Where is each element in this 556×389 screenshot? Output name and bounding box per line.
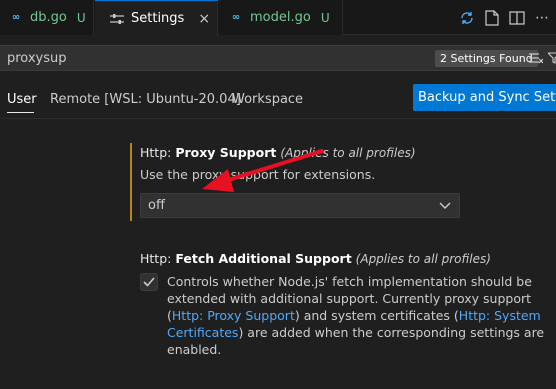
active-scope-indicator <box>7 112 34 113</box>
split-editor-icon[interactable] <box>506 7 528 29</box>
filter-icon[interactable] <box>546 49 556 67</box>
more-actions-icon[interactable]: ⋯ <box>531 7 553 29</box>
scope-tab-remote[interactable]: Remote [WSL: Ubuntu-20.04] <box>50 92 241 107</box>
chevron-down-icon <box>439 194 451 225</box>
proxy-support-title: Http: Proxy Support (Applies to all profi… <box>140 145 416 160</box>
clear-filter-icon[interactable] <box>528 49 544 67</box>
proxy-support-selected-value: off <box>148 198 165 213</box>
fetch-support-description: Controls whether Node.js' fetch implemen… <box>167 273 552 358</box>
untracked-badge: U <box>76 10 86 25</box>
untracked-badge: U <box>320 10 330 25</box>
proxy-support-dropdown[interactable]: off <box>140 193 460 218</box>
backup-and-sync-button[interactable]: Backup and Sync Settings <box>413 84 556 111</box>
settings-search-bar: 2 Settings Found <box>0 45 556 71</box>
search-tools <box>528 49 556 67</box>
proxy-support-name: Proxy Support <box>175 145 277 160</box>
scope-tab-user[interactable]: User <box>7 92 37 107</box>
settings-found-count: 2 Settings Found <box>435 50 538 67</box>
link-proxy-support[interactable]: Http: Proxy Support <box>172 308 295 323</box>
tab-db-go[interactable]: ∞ db.go U <box>0 0 94 35</box>
setting-focus-indicator <box>130 143 132 221</box>
fetch-support-name: Fetch Additional Support <box>175 251 352 266</box>
scope-divider <box>0 118 556 119</box>
settings-sliders-icon <box>109 11 125 27</box>
check-icon <box>143 277 155 287</box>
fetch-support-checkbox[interactable] <box>140 273 158 291</box>
fetch-support-category: Http: <box>140 251 176 266</box>
fetch-support-title: Http: Fetch Additional Support (Applies t… <box>140 251 491 266</box>
tab-settings[interactable]: Settings × <box>95 0 218 36</box>
go-file-icon: ∞ <box>11 12 21 23</box>
open-settings-json-icon[interactable] <box>481 7 503 29</box>
tab-db-go-label: db.go <box>30 10 67 25</box>
scope-tab-workspace[interactable]: Workspace <box>232 92 303 107</box>
editor-actions: ⋯ <box>456 0 556 35</box>
editor-tab-bar: ∞ db.go U Settings × ∞ model.go U ⋯ <box>0 0 556 36</box>
go-file-icon: ∞ <box>231 12 241 23</box>
proxy-support-category: Http: <box>140 145 176 160</box>
fetch-desc-text-2: ) and system certificates ( <box>294 308 459 323</box>
proxy-support-description: Use the proxy support for extensions. <box>140 167 376 182</box>
tab-settings-label: Settings <box>131 11 185 26</box>
close-icon[interactable]: × <box>198 11 210 27</box>
sync-icon[interactable] <box>456 7 478 29</box>
settings-search-input[interactable] <box>0 46 430 70</box>
fetch-support-scope-note: (Applies to all profiles) <box>355 252 491 266</box>
tab-model-go-label: model.go <box>250 10 311 25</box>
tab-model-go[interactable]: ∞ model.go U <box>219 0 343 35</box>
proxy-support-scope-note: (Applies to all profiles) <box>280 146 416 160</box>
